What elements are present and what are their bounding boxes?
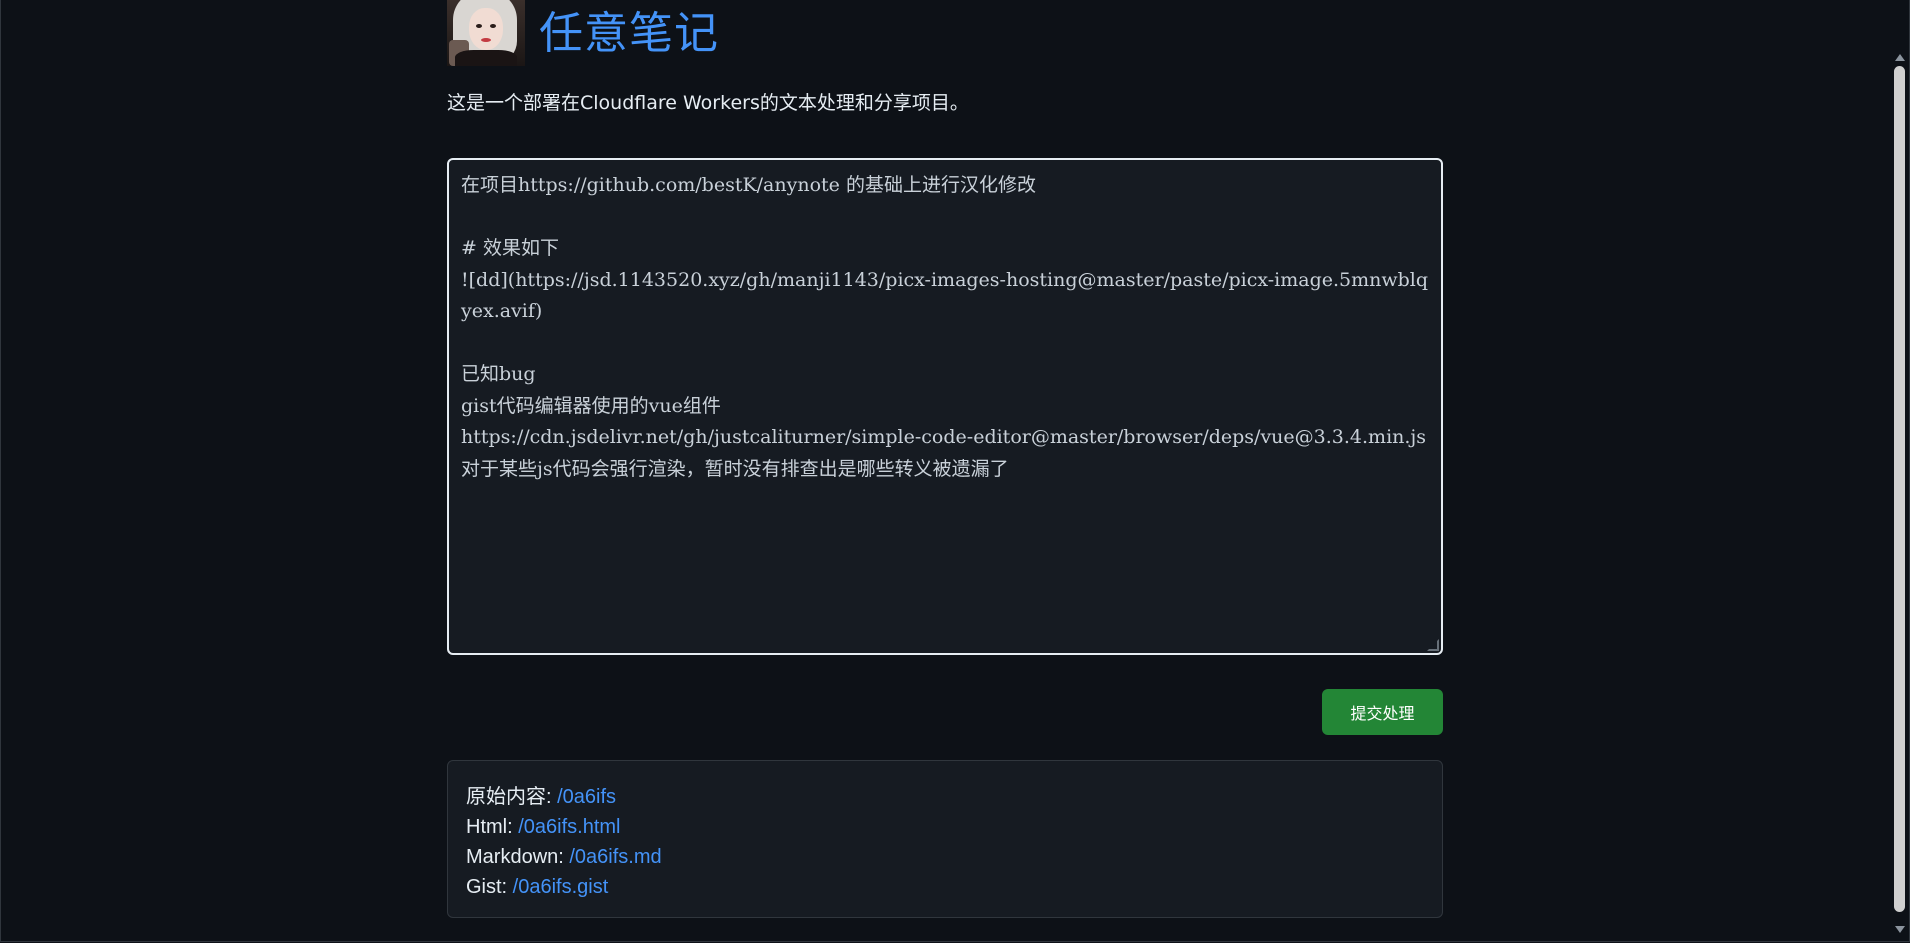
page-title: 任意笔记 bbox=[539, 8, 719, 59]
header: 任意笔记 bbox=[447, 0, 1447, 66]
avatar bbox=[447, 0, 525, 66]
result-line-gist: Gist: /0a6ifs.gist bbox=[466, 872, 1424, 902]
description: 这是一个部署在Cloudflare Workers的文本处理和分享项目。 bbox=[447, 92, 969, 114]
submit-row: 提交处理 bbox=[447, 689, 1443, 735]
result-link-gist[interactable]: /0a6ifs.gist bbox=[513, 876, 609, 898]
submit-button[interactable]: 提交处理 bbox=[1322, 689, 1443, 735]
result-panel: 原始内容: /0a6ifs Html: /0a6ifs.html Markdow… bbox=[447, 760, 1443, 918]
result-label-markdown: Markdown: bbox=[466, 846, 570, 868]
result-label-html: Html: bbox=[466, 816, 519, 838]
vertical-scrollbar[interactable] bbox=[1891, 0, 1908, 941]
result-label-raw: 原始内容: bbox=[466, 786, 558, 808]
page-frame: 任意笔记 这是一个部署在Cloudflare Workers的文本处理和分享项目… bbox=[0, 0, 1910, 942]
result-label-gist: Gist: bbox=[466, 876, 513, 898]
result-link-raw[interactable]: /0a6ifs bbox=[557, 786, 616, 808]
scroll-up-arrow-icon[interactable] bbox=[1895, 54, 1905, 61]
scrollbar-thumb[interactable] bbox=[1894, 66, 1905, 912]
resize-grip-icon[interactable] bbox=[1427, 639, 1439, 651]
content-textarea[interactable]: 在项目https://github.com/bestK/anynote 的基础上… bbox=[447, 158, 1443, 655]
main-container: 任意笔记 这是一个部署在Cloudflare Workers的文本处理和分享项目… bbox=[447, 0, 1447, 918]
result-line-markdown: Markdown: /0a6ifs.md bbox=[466, 842, 1424, 872]
result-link-markdown[interactable]: /0a6ifs.md bbox=[569, 846, 661, 868]
textarea-content[interactable]: 在项目https://github.com/bestK/anynote 的基础上… bbox=[461, 170, 1429, 485]
result-line-raw: 原始内容: /0a6ifs bbox=[466, 782, 1424, 812]
scroll-down-arrow-icon[interactable] bbox=[1895, 926, 1905, 933]
result-line-html: Html: /0a6ifs.html bbox=[466, 812, 1424, 842]
result-link-html[interactable]: /0a6ifs.html bbox=[518, 816, 620, 838]
